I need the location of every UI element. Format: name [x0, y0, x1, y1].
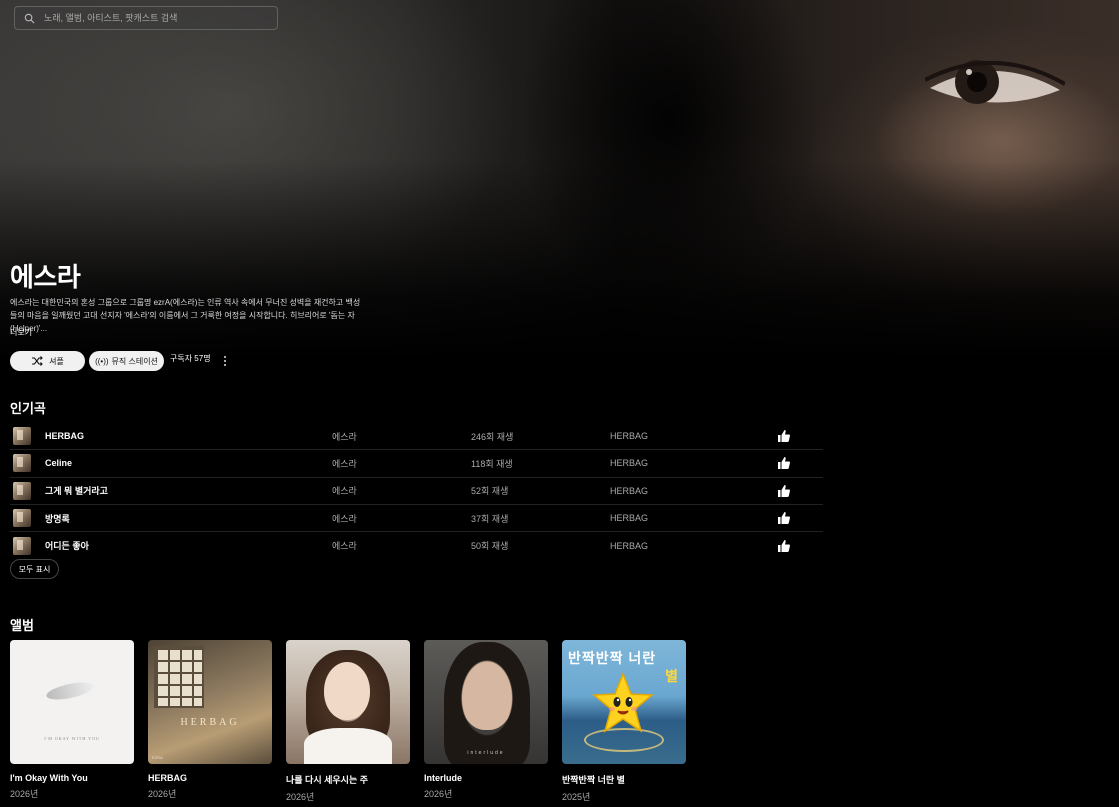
album-card[interactable]: I'M OKAY WITH YOU I'm Okay With You 2026…	[10, 640, 134, 803]
album-cover-text: HERBAG	[180, 717, 240, 728]
album-cover-subtext: EZRA	[152, 755, 163, 760]
banner-eye	[925, 60, 1065, 104]
song-plays: 50회 재생	[471, 541, 509, 552]
more-vert-icon[interactable]	[220, 354, 230, 368]
song-title[interactable]: 어디든 좋아	[45, 539, 89, 552]
albums-carousel: I'M OKAY WITH YOU I'm Okay With You 2026…	[10, 640, 686, 803]
album-year: 2025년	[562, 792, 591, 802]
song-title[interactable]: Celine	[45, 458, 72, 468]
search-bar[interactable]	[14, 6, 278, 30]
song-row[interactable]: 어디든 좋아 에스라 50회 재생 HERBAG	[10, 532, 823, 559]
song-album[interactable]: HERBAG	[610, 486, 648, 496]
popular-section-title: 인기곡	[10, 401, 46, 416]
song-row[interactable]: 그게 뭐 별거라고 에스라 52회 재생 HERBAG	[10, 478, 823, 505]
song-album[interactable]: HERBAG	[610, 541, 648, 551]
album-year: 2026년	[286, 792, 315, 802]
song-thumbnail[interactable]	[13, 509, 31, 528]
banner-hair-shadow	[470, 0, 890, 360]
album-cover[interactable]: interlude	[424, 640, 548, 764]
song-row[interactable]: Celine 에스라 118회 재생 HERBAG	[10, 450, 823, 478]
artist-name: 에스라	[10, 262, 81, 292]
radio-button[interactable]: ((•)) 뮤직 스테이션	[89, 351, 164, 371]
song-title[interactable]: 방명록	[45, 512, 70, 525]
star-character-icon	[592, 672, 654, 733]
song-row[interactable]: 방명록 에스라 37회 재생 HERBAG	[10, 505, 823, 533]
song-title[interactable]: HERBAG	[45, 431, 84, 441]
shuffle-label: 셔플	[49, 356, 64, 366]
song-album[interactable]: HERBAG	[610, 458, 648, 468]
song-title[interactable]: 그게 뭐 별거라고	[45, 484, 108, 497]
album-cover[interactable]: 반짝반짝 너란 별	[562, 640, 686, 764]
song-plays: 118회 재생	[471, 458, 513, 469]
album-title[interactable]: 나를 다시 세우시는 주	[286, 773, 410, 786]
thumb-up-icon[interactable]	[777, 484, 791, 498]
album-year: 2026년	[148, 789, 177, 799]
song-plays: 37회 재생	[471, 513, 509, 524]
song-artist[interactable]: 에스라	[332, 512, 357, 525]
popular-songs-list: HERBAG 에스라 246회 재생 HERBAG Celine 에스라 118…	[10, 423, 823, 559]
artist-description: 에스라는 대한민국의 혼성 그룹으로 그룹명 ezrA(에스라)는 인류 역사 …	[10, 298, 361, 333]
song-thumbnail[interactable]	[13, 536, 31, 555]
show-all-button[interactable]: 모두 표시	[10, 559, 59, 579]
album-cover[interactable]: I'M OKAY WITH YOU	[10, 640, 134, 764]
album-title[interactable]: HERBAG	[148, 773, 272, 783]
portrait-hair	[444, 642, 530, 764]
song-thumbnail[interactable]	[13, 454, 31, 473]
album-cover-text: I'M OKAY WITH YOU	[44, 736, 100, 741]
album-cover[interactable]	[286, 640, 410, 764]
album-card[interactable]: HERBAG EZRA HERBAG 2026년	[148, 640, 272, 803]
shuffle-icon	[32, 356, 43, 366]
thumb-up-icon[interactable]	[777, 429, 791, 443]
album-cover-text-secondary: 별	[665, 668, 678, 684]
thumb-up-icon[interactable]	[777, 539, 791, 553]
album-card[interactable]: interlude Interlude 2026년	[424, 640, 548, 803]
radio-label: 뮤직 스테이션	[111, 356, 158, 366]
album-cover-text: 반짝반짝 너란	[568, 650, 657, 666]
portrait-face	[324, 662, 370, 720]
album-year: 2026년	[10, 789, 39, 799]
album-cover[interactable]: HERBAG EZRA	[148, 640, 272, 764]
albums-section-title: 앨범	[10, 618, 34, 633]
song-artist[interactable]: 에스라	[332, 430, 357, 443]
shuffle-button[interactable]: 셔플	[10, 351, 85, 371]
album-year: 2026년	[424, 789, 453, 799]
album-title[interactable]: 반짝반짝 너란 별	[562, 773, 686, 786]
radio-icon: ((•))	[95, 356, 109, 366]
feather-illustration	[45, 679, 95, 703]
song-row[interactable]: HERBAG 에스라 246회 재생 HERBAG	[10, 423, 823, 451]
song-artist[interactable]: 에스라	[332, 484, 357, 497]
song-plays: 52회 재생	[471, 486, 509, 497]
artist-actions: 셔플 ((•)) 뮤직 스테이션 구독자 57명	[10, 351, 230, 371]
thumb-up-icon[interactable]	[777, 456, 791, 470]
window-illustration	[154, 646, 204, 708]
search-icon	[24, 13, 35, 23]
song-plays: 246회 재생	[471, 431, 514, 442]
song-thumbnail[interactable]	[13, 427, 31, 446]
song-album[interactable]: HERBAG	[610, 431, 648, 441]
portrait-body	[304, 728, 392, 764]
song-artist[interactable]: 에스라	[332, 539, 357, 552]
song-thumbnail[interactable]	[13, 481, 31, 500]
thumb-up-icon[interactable]	[777, 511, 791, 525]
album-title[interactable]: Interlude	[424, 773, 548, 783]
album-cover-text: interlude	[467, 750, 505, 756]
search-input[interactable]	[44, 13, 264, 23]
song-artist[interactable]: 에스라	[332, 457, 357, 470]
song-album[interactable]: HERBAG	[610, 513, 648, 523]
more-link[interactable]: 더보기	[10, 327, 32, 338]
album-card[interactable]: 반짝반짝 너란 별 반짝반짝 너란 별 2025년	[562, 640, 686, 803]
subscriber-count: 구독자 57명	[170, 353, 211, 363]
album-card[interactable]: 나를 다시 세우시는 주 2026년	[286, 640, 410, 803]
album-title[interactable]: I'm Okay With You	[10, 773, 134, 783]
